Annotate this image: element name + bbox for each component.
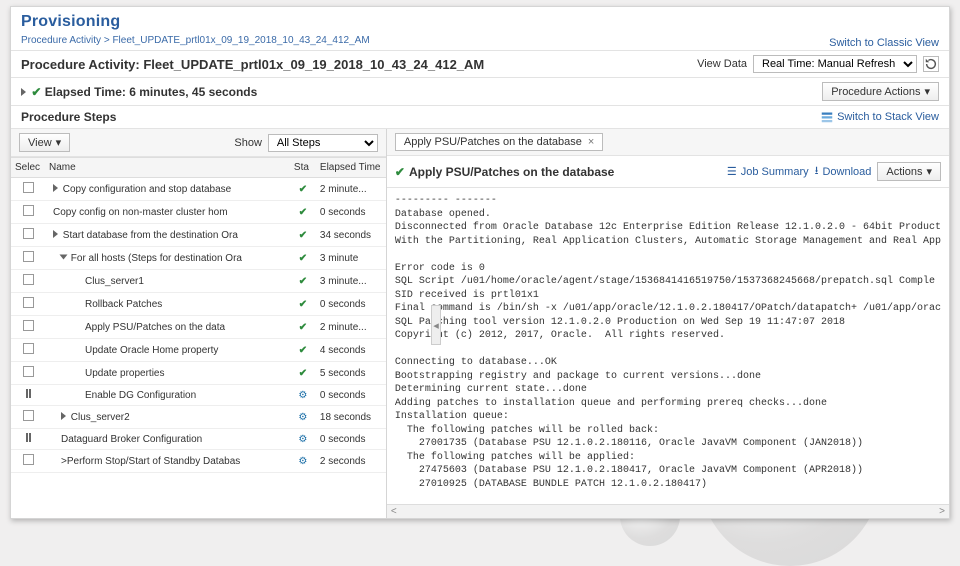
tab-apply-psu[interactable]: Apply PSU/Patches on the database × [395, 133, 603, 151]
table-row[interactable]: Enable DG Configuration⚙0 seconds [11, 385, 386, 406]
table-row[interactable]: Copy configuration and stop database✔2 m… [11, 178, 386, 201]
switch-classic-link[interactable]: Switch to Classic View [829, 37, 939, 49]
breadcrumb: Procedure Activity > Fleet_UPDATE_prtl01… [21, 35, 939, 46]
breadcrumb-proc-activity[interactable]: Procedure Activity [21, 35, 101, 46]
detail-actions-button[interactable]: Actions ▾ [877, 162, 941, 181]
col-select: Selec [11, 158, 45, 178]
breadcrumb-sep: > [104, 35, 110, 46]
tab-label: Apply PSU/Patches on the database [404, 136, 582, 148]
activity-title: Procedure Activity: Fleet_UPDATE_prtl01x… [21, 57, 484, 72]
row-checkbox[interactable] [23, 297, 34, 308]
steps-table: Selec Name Sta Elapsed Time Copy configu… [11, 157, 386, 473]
scrollbar-horiz[interactable]: <> [387, 504, 949, 518]
row-checkbox[interactable] [23, 366, 34, 377]
view-menu[interactable]: View ▾ [19, 133, 70, 152]
pane-divider[interactable]: ◂ [431, 305, 441, 345]
procedure-steps-heading: Procedure Steps [21, 110, 116, 124]
elapsed-time: ✔ Elapsed Time: 6 minutes, 45 seconds [21, 85, 257, 99]
row-checkbox[interactable] [23, 228, 34, 239]
refresh-button[interactable] [923, 56, 939, 72]
table-row[interactable]: >Perform Stop/Start of Standby Databas⚙2… [11, 450, 386, 473]
table-row[interactable]: Start database from the destination Ora✔… [11, 224, 386, 247]
table-row[interactable]: Apply PSU/Patches on the data✔2 minute..… [11, 316, 386, 339]
activity-label: Procedure Activity: [21, 57, 140, 72]
page-title: Provisioning [21, 13, 939, 31]
viewdata-label: View Data [697, 58, 747, 70]
row-checkbox[interactable] [23, 274, 34, 285]
download-link[interactable]: ⭳ Download [815, 162, 872, 181]
row-checkbox[interactable] [23, 410, 34, 421]
col-name: Name [45, 158, 290, 178]
table-row[interactable]: Rollback Patches✔0 seconds [11, 293, 386, 316]
row-checkbox[interactable] [23, 205, 34, 216]
download-icon: ⭳ [815, 162, 819, 181]
breadcrumb-current: Fleet_UPDATE_prtl01x_09_19_2018_10_43_24… [112, 35, 369, 46]
detail-title: Apply PSU/Patches on the database [409, 165, 614, 179]
procedure-actions-button[interactable]: Procedure Actions ▾ [822, 82, 939, 101]
col-elapsed: Elapsed Time [316, 158, 386, 178]
list-icon: ☰ [727, 165, 737, 178]
stack-icon [821, 111, 833, 123]
check-icon: ✔ [395, 165, 405, 179]
row-checkbox[interactable] [23, 320, 34, 331]
chevron-down-icon: ▾ [924, 85, 930, 98]
show-label: Show [234, 137, 262, 149]
table-row[interactable]: Update Oracle Home property✔4 seconds [11, 339, 386, 362]
row-checkbox[interactable] [23, 251, 34, 262]
table-row[interactable]: Dataguard Broker Configuration⚙0 seconds [11, 429, 386, 450]
activity-name: Fleet_UPDATE_prtl01x_09_19_2018_10_43_24… [143, 57, 484, 72]
job-summary-link[interactable]: ☰ Job Summary [727, 165, 809, 178]
row-checkbox[interactable] [23, 343, 34, 354]
tab-close-icon[interactable]: × [588, 136, 594, 148]
viewdata-select[interactable]: Real Time: Manual Refresh [753, 55, 917, 73]
row-checkbox[interactable] [23, 454, 34, 465]
table-row[interactable]: For all hosts (Steps for destination Ora… [11, 247, 386, 270]
log-output: --------- ------- Database opened. Disco… [387, 188, 949, 518]
table-row[interactable]: Update properties✔5 seconds [11, 362, 386, 385]
table-row[interactable]: Copy config on non-master cluster hom✔0 … [11, 201, 386, 224]
row-checkbox[interactable] [23, 182, 34, 193]
table-row[interactable]: Clus_server2⚙18 seconds [11, 406, 386, 429]
col-status: Sta [290, 158, 316, 178]
show-select[interactable]: All Steps [268, 134, 378, 152]
table-row[interactable]: Clus_server1✔3 minute... [11, 270, 386, 293]
switch-stack-view-link[interactable]: Switch to Stack View [821, 111, 939, 123]
